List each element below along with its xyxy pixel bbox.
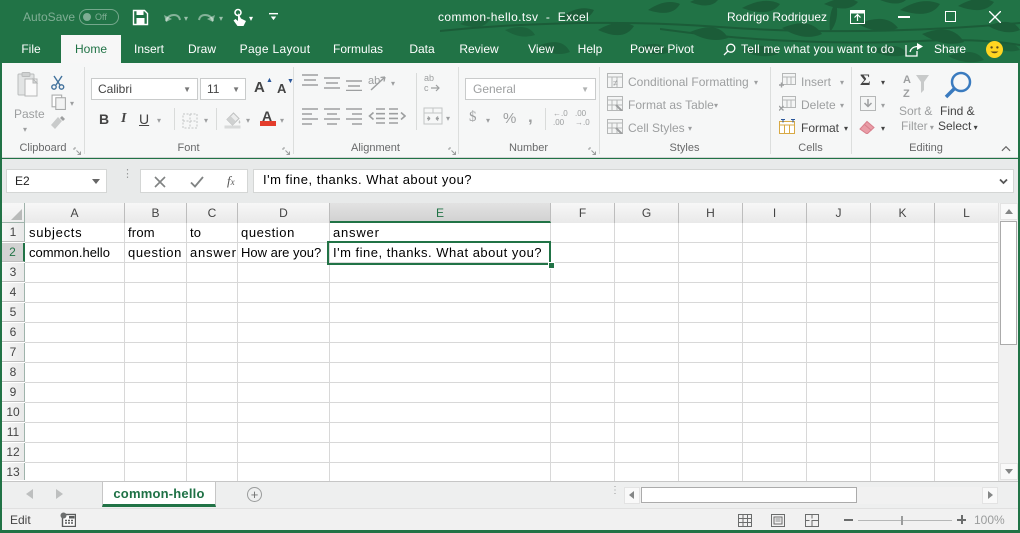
svg-text:c: c <box>424 83 429 92</box>
svg-text:ab: ab <box>424 73 434 83</box>
svg-text:ab: ab <box>368 75 380 87</box>
svg-text:A: A <box>903 74 911 86</box>
svg-text:Z: Z <box>903 88 910 99</box>
svg-text:≠: ≠ <box>613 78 618 88</box>
